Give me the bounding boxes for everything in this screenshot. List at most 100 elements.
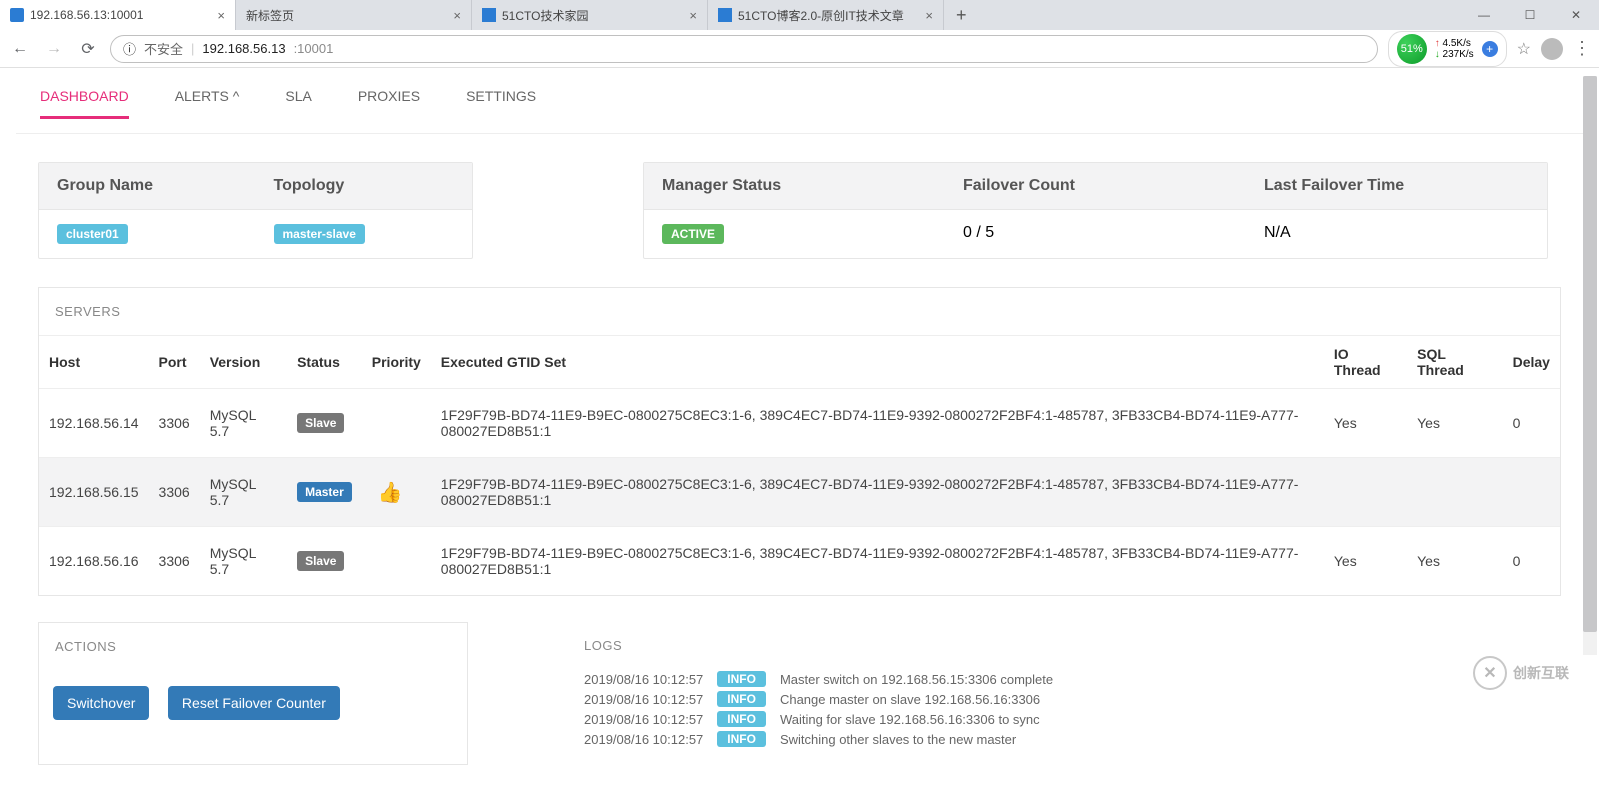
log-level: INFO — [717, 671, 766, 687]
plus-icon[interactable]: + — [1482, 41, 1498, 57]
log-msg: Switching other slaves to the new master — [780, 732, 1016, 747]
log-line: 2019/08/16 10:12:57 INFO Switching other s… — [584, 729, 1545, 749]
close-icon[interactable]: × — [217, 8, 225, 23]
col-delay: Delay — [1503, 336, 1560, 389]
log-ts: 2019/08/16 10:12:57 — [584, 692, 703, 707]
close-icon[interactable]: × — [453, 8, 461, 23]
watermark-icon: ✕ — [1473, 656, 1507, 690]
failover-count: 0 / 5 — [945, 210, 1246, 258]
log-line: 2019/08/16 10:12:57 INFO Waiting for slave… — [584, 709, 1545, 729]
reload-icon[interactable]: ⟳ — [76, 39, 100, 59]
log-line: 2019/08/16 10:12:57 INFO Master switch on … — [584, 669, 1545, 689]
address-bar: ← → ⟳ ⓘ 不安全 | 192.168.56.13:10001 51% ↑ … — [0, 30, 1599, 68]
topology-badge[interactable]: master-slave — [274, 224, 365, 244]
close-icon[interactable]: × — [925, 8, 933, 23]
log-msg: Change master on slave 192.168.56.16:330… — [780, 692, 1040, 707]
servers-title: SERVERS — [39, 288, 1560, 335]
log-msg: Master switch on 192.168.56.15:3306 comp… — [780, 672, 1053, 687]
role-badge: Slave — [297, 551, 344, 571]
new-tab-button[interactable]: + — [944, 5, 979, 26]
logs-title: LOGS — [568, 622, 1561, 669]
log-ts: 2019/08/16 10:12:57 — [584, 672, 703, 687]
upload-speed: 4.5K/s — [1443, 38, 1471, 49]
tab-title: 新标签页 — [246, 7, 294, 24]
role-badge: Master — [297, 482, 352, 502]
col-topology: Topology — [256, 163, 473, 209]
nav-sla[interactable]: SLA — [285, 88, 311, 119]
last-failover-time: N/A — [1246, 210, 1547, 258]
col-version: Version — [200, 336, 287, 389]
col-sql-thread: SQL Thread — [1407, 336, 1502, 389]
close-window-icon[interactable]: ✕ — [1553, 0, 1599, 30]
back-icon[interactable]: ← — [8, 40, 32, 58]
group-name-badge[interactable]: cluster01 — [57, 224, 128, 244]
profile-icon[interactable] — [1541, 38, 1563, 60]
col-io-thread: IO Thread — [1324, 336, 1407, 389]
col-status: Status — [287, 336, 362, 389]
bookmark-icon[interactable]: ☆ — [1517, 39, 1531, 59]
logs-panel: LOGS 2019/08/16 10:12:57 INFO Master switc… — [568, 622, 1561, 765]
url-input[interactable]: ⓘ 不安全 | 192.168.56.13:10001 — [110, 35, 1378, 63]
favicon-icon — [718, 8, 732, 22]
table-row[interactable]: 192.168.56.163306MySQL 5.7Slave1F29F79B-… — [39, 527, 1560, 596]
speed-extension[interactable]: 51% ↑ 4.5K/s ↓ 237K/s + — [1388, 31, 1507, 67]
browser-tab[interactable]: 51CTO技术家园 × — [472, 0, 708, 30]
col-group-name: Group Name — [39, 163, 256, 209]
nav-dashboard[interactable]: DASHBOARD — [40, 88, 129, 119]
download-speed: 237K/s — [1443, 49, 1474, 60]
tab-title: 51CTO博客2.0-原创IT技术文章 — [738, 7, 904, 24]
minimize-icon[interactable]: — — [1461, 0, 1507, 30]
scrollbar[interactable] — [1583, 76, 1597, 655]
log-level: INFO — [717, 691, 766, 707]
servers-table: HostPortVersionStatusPriorityExecuted GT… — [39, 335, 1560, 595]
actions-panel: ACTIONS Switchover Reset Failover Counte… — [38, 622, 468, 765]
tab-title: 192.168.56.13:10001 — [30, 8, 143, 22]
log-level: INFO — [717, 731, 766, 747]
nav-proxies[interactable]: PROXIES — [358, 88, 420, 119]
col-failover-count: Failover Count — [945, 163, 1246, 209]
actions-title: ACTIONS — [39, 623, 467, 670]
info-icon: ⓘ — [123, 39, 136, 58]
col-port: Port — [149, 336, 200, 389]
table-row[interactable]: 192.168.56.153306MySQL 5.7Master👍1F29F79… — [39, 458, 1560, 527]
browser-tab[interactable]: 新标签页 × — [236, 0, 472, 30]
manager-status-badge: ACTIVE — [662, 224, 724, 244]
url-host: 192.168.56.13 — [202, 41, 285, 56]
log-ts: 2019/08/16 10:12:57 — [584, 732, 703, 747]
status-card: Manager Status Failover Count Last Failo… — [643, 162, 1548, 259]
watermark: ✕ 创新互联 — [1473, 656, 1569, 690]
col-executed-gtid-set: Executed GTID Set — [431, 336, 1324, 389]
main-nav: DASHBOARD ALERTS ^ SLA PROXIES SETTINGS — [16, 68, 1583, 134]
servers-panel: SERVERS HostPortVersionStatusPriorityExe… — [38, 287, 1561, 596]
nav-alerts[interactable]: ALERTS ^ — [175, 88, 240, 119]
log-ts: 2019/08/16 10:12:57 — [584, 712, 703, 727]
speed-percent: 51% — [1397, 34, 1427, 64]
security-status: 不安全 — [144, 39, 183, 58]
close-icon[interactable]: × — [689, 8, 697, 23]
browser-tab[interactable]: 51CTO博客2.0-原创IT技术文章 × — [708, 0, 944, 30]
col-manager-status: Manager Status — [644, 163, 945, 209]
scroll-thumb[interactable] — [1583, 76, 1597, 632]
table-row[interactable]: 192.168.56.143306MySQL 5.7Slave1F29F79B-… — [39, 389, 1560, 458]
cluster-card: Group Name Topology cluster01 master-sla… — [38, 162, 473, 259]
switchover-button[interactable]: Switchover — [53, 686, 149, 720]
favicon-icon — [482, 8, 496, 22]
browser-tab-bar: 192.168.56.13:10001 × 新标签页 × 51CTO技术家园 ×… — [0, 0, 1599, 30]
log-line: 2019/08/16 10:12:57 INFO Change master on … — [584, 689, 1545, 709]
col-priority: Priority — [362, 336, 431, 389]
favicon-icon — [10, 8, 24, 22]
thumbs-up-icon: 👍 — [378, 482, 403, 504]
nav-settings[interactable]: SETTINGS — [466, 88, 536, 119]
log-msg: Waiting for slave 192.168.56.16:3306 to … — [780, 712, 1040, 727]
url-port: :10001 — [294, 41, 334, 56]
watermark-text: 创新互联 — [1513, 663, 1569, 683]
reset-failover-button[interactable]: Reset Failover Counter — [168, 686, 340, 720]
role-badge: Slave — [297, 413, 344, 433]
maximize-icon[interactable]: ☐ — [1507, 0, 1553, 30]
log-level: INFO — [717, 711, 766, 727]
tab-title: 51CTO技术家园 — [502, 7, 588, 24]
menu-icon[interactable]: ⋮ — [1573, 38, 1591, 59]
forward-icon[interactable]: → — [42, 40, 66, 58]
col-last-failover: Last Failover Time — [1246, 163, 1547, 209]
browser-tab[interactable]: 192.168.56.13:10001 × — [0, 0, 236, 30]
